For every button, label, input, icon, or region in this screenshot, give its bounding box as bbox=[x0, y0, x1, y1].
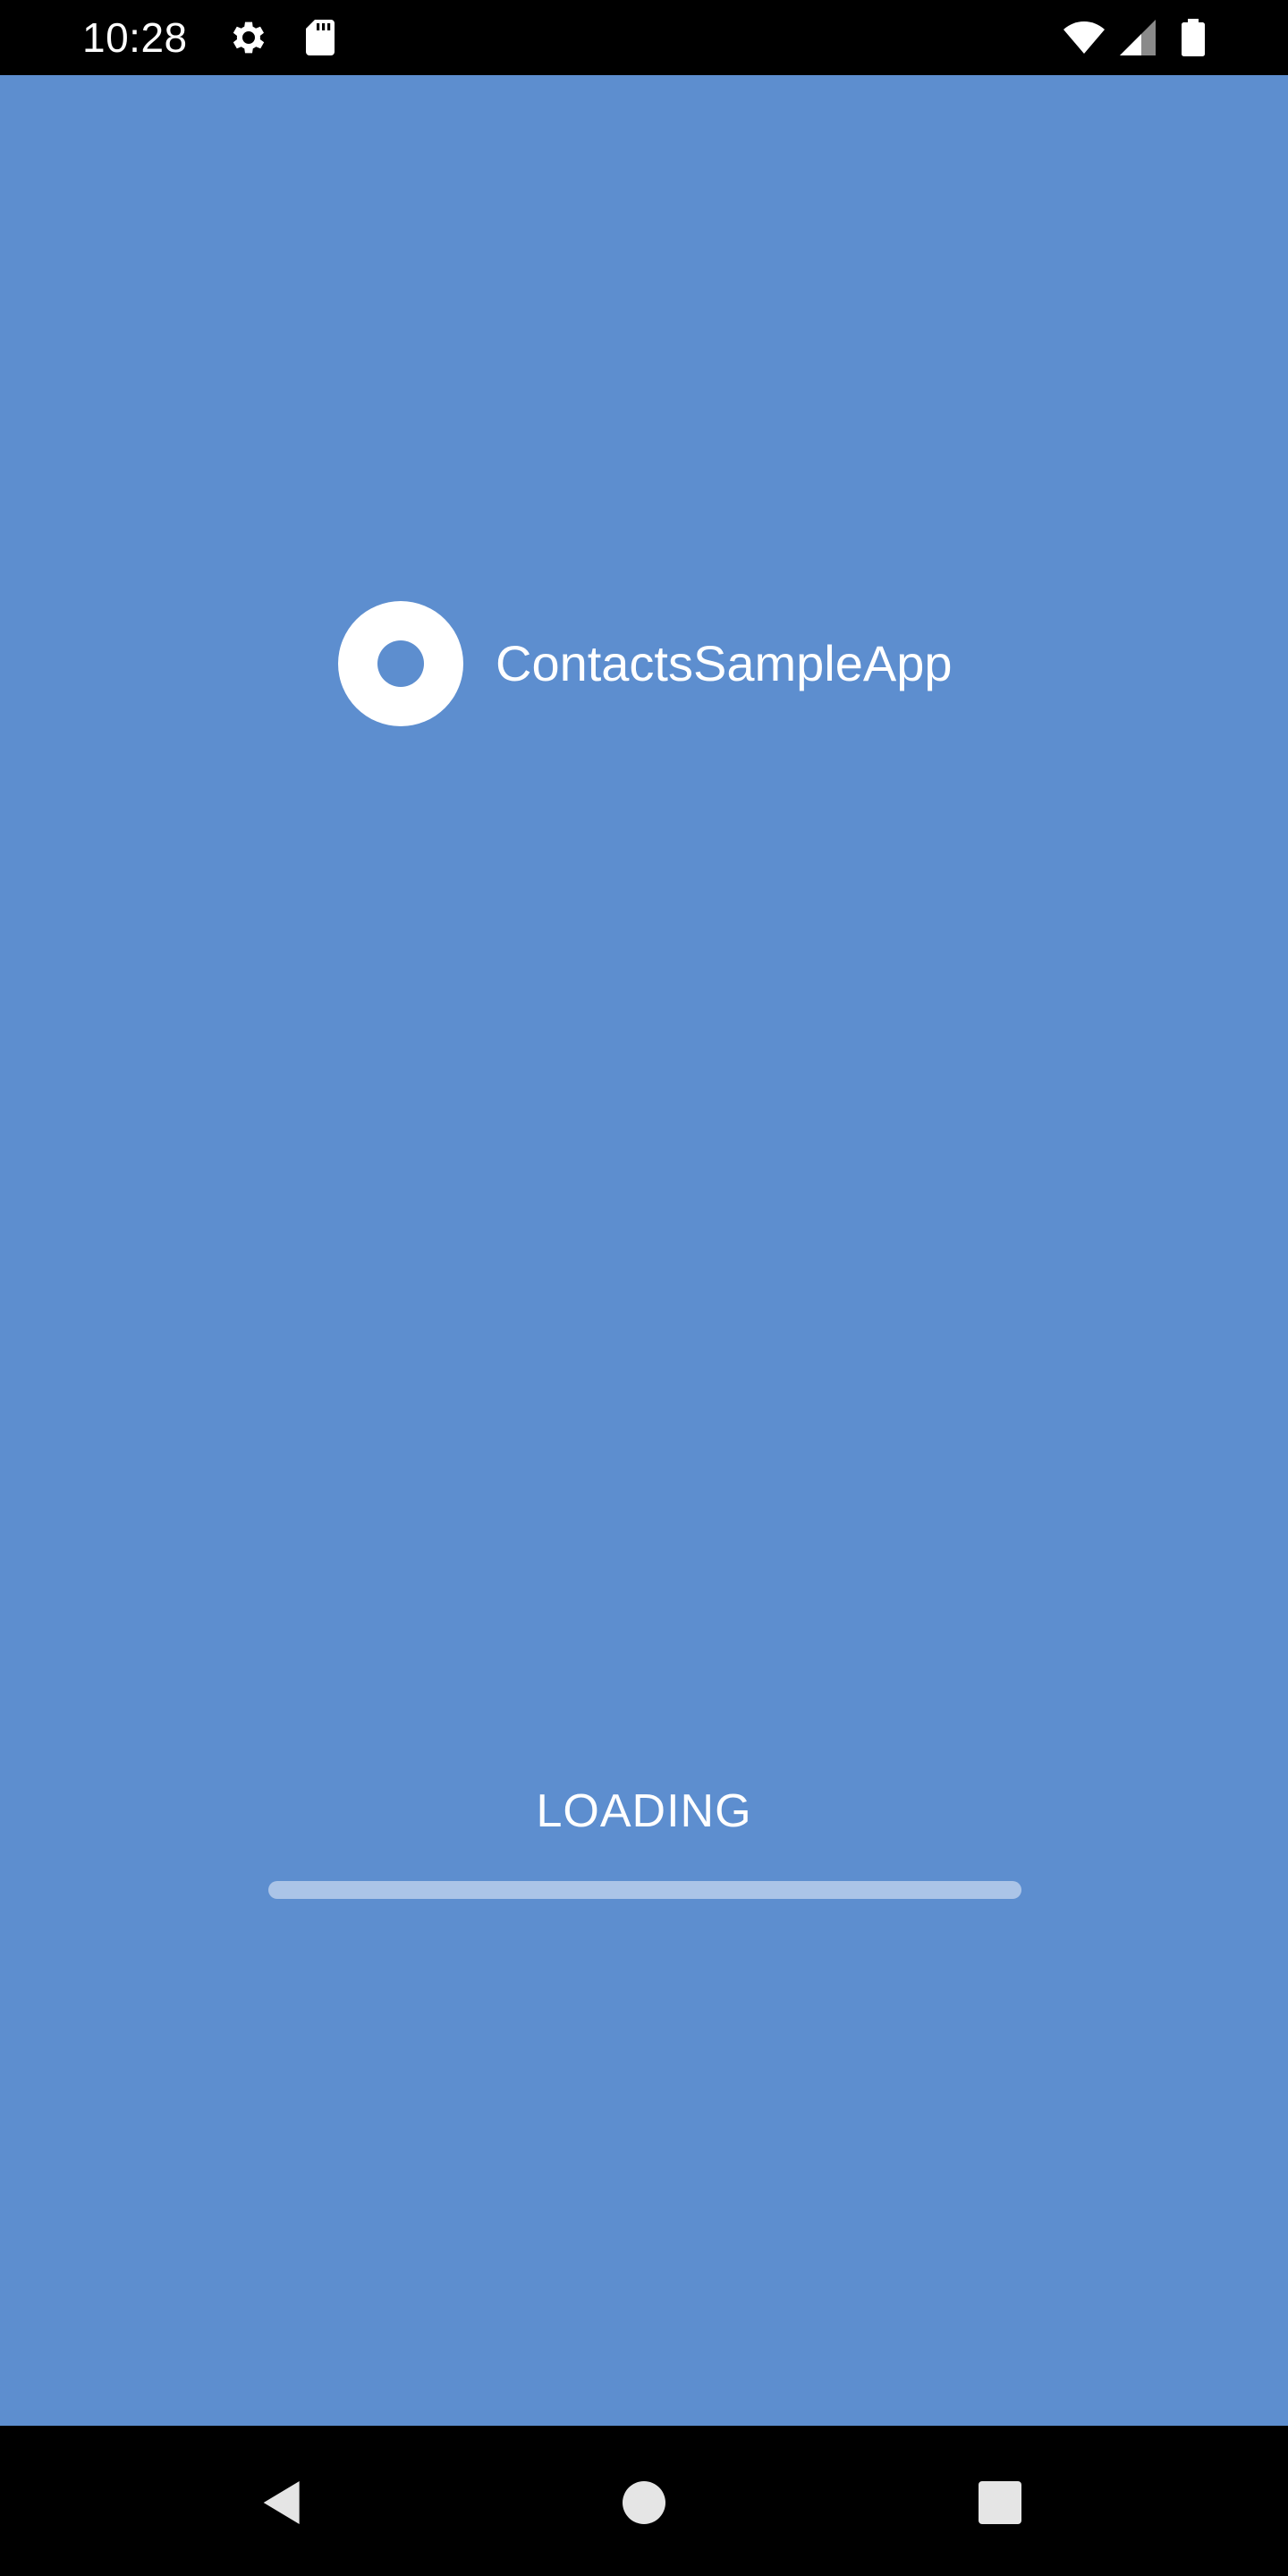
gear-icon bbox=[227, 16, 270, 59]
splash-screen: ContactsSampleApp LOADING bbox=[0, 75, 1288, 2426]
sd-card-icon bbox=[299, 16, 342, 59]
status-time: 10:28 bbox=[82, 14, 188, 61]
battery-icon bbox=[1172, 16, 1215, 59]
app-name: ContactsSampleApp bbox=[496, 635, 953, 691]
app-logo-icon bbox=[338, 601, 463, 726]
back-icon[interactable] bbox=[254, 2474, 311, 2531]
status-bar: 10:28 bbox=[0, 0, 1288, 75]
device-screen: 10:28 ContactsSampleApp LOADING bbox=[0, 0, 1288, 2576]
recents-icon[interactable] bbox=[971, 2474, 1029, 2531]
cell-signal-icon bbox=[1116, 16, 1159, 59]
loading-progress-bar bbox=[268, 1881, 1021, 1899]
home-icon[interactable] bbox=[615, 2474, 673, 2531]
wifi-icon bbox=[1063, 16, 1106, 59]
navigation-bar bbox=[0, 2426, 1288, 2576]
app-brand: ContactsSampleApp bbox=[338, 601, 953, 726]
loading-label: LOADING bbox=[536, 1785, 752, 1837]
